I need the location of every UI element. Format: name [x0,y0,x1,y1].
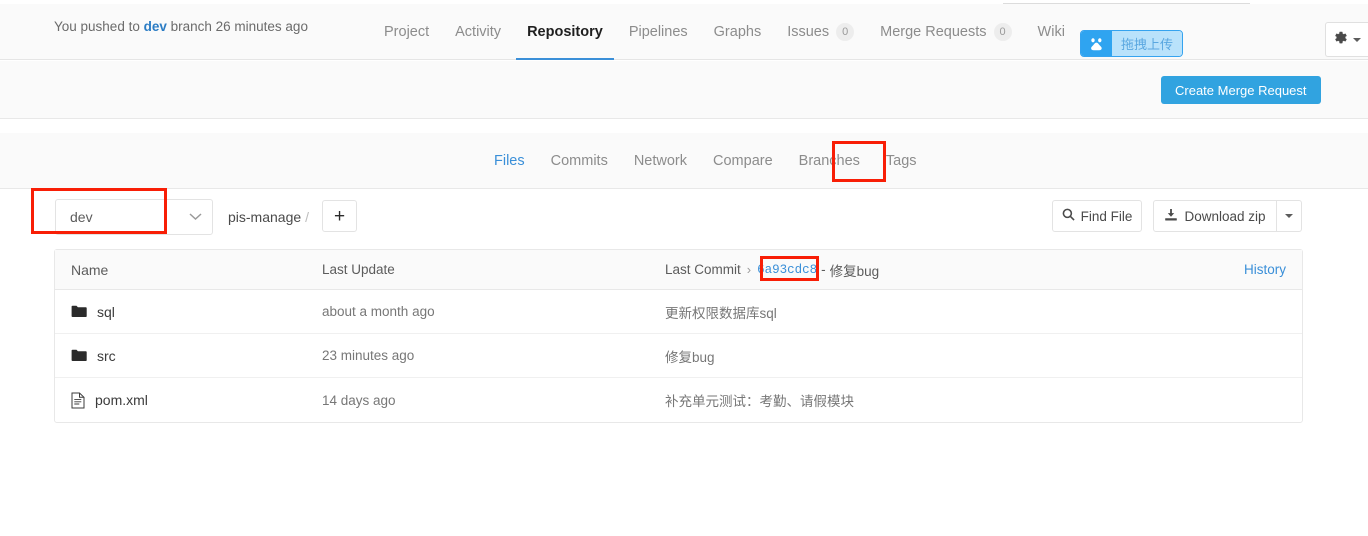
breadcrumb-separator: / [305,209,310,225]
history-link[interactable]: History [1244,250,1286,289]
nav-tab-graphs[interactable]: Graphs [701,4,775,60]
table-row[interactable]: sql about a month ago 更新权限数据库sql [55,290,1302,334]
breadcrumb: pis-manage / [228,209,309,225]
branch-selector-value: dev [70,209,93,225]
subnav-tab-label: Branches [798,152,860,169]
nav-tab-wiki[interactable]: Wiki [1025,4,1078,60]
repository-file-table: Name Last Update Last Commit › 6a93cdc8 … [54,249,1303,423]
subnav-tab-network[interactable]: Network [621,133,700,188]
breadcrumb-project-link[interactable]: pis-manage [228,209,301,225]
download-options-dropdown[interactable] [1277,200,1302,232]
table-header-row: Name Last Update Last Commit › 6a93cdc8 … [55,250,1302,290]
download-icon [1164,208,1178,225]
nav-tab-label: Graphs [713,24,762,40]
file-icon [71,392,85,409]
row-name-cell: src [71,334,116,377]
nav-tab-label: Activity [455,24,502,40]
plus-icon: + [333,205,346,227]
repository-subnav: Files Commits Network Compare Branches T… [0,133,1368,189]
row-name-link[interactable]: sql [97,304,115,320]
last-commit-message: 修复bug [829,263,880,279]
row-name-cell: pom.xml [71,378,148,422]
chevron-down-icon [178,213,212,221]
download-zip-label: Download zip [1184,208,1266,224]
branch-selector[interactable]: dev [55,199,213,235]
subnav-tab-label: Commits [550,152,608,169]
subnav-tab-label: Compare [713,152,773,169]
subnav-tab-branches[interactable]: Branches [786,133,873,188]
subnav-tab-label: Network [633,152,688,169]
last-commit-dash: - [821,262,826,277]
nav-tab-label: Repository [527,24,603,40]
repository-subnav-tabs: Files Commits Network Compare Branches T… [481,133,930,188]
nav-tab-activity[interactable]: Activity [442,4,514,60]
download-zip-button[interactable]: Download zip [1153,200,1277,232]
settings-dropdown-button[interactable] [1325,22,1368,57]
row-commit-message: 更新权限数据库sql [665,305,777,321]
chevron-down-icon [1285,214,1293,218]
last-commit-hash-link[interactable]: 6a93cdc8 [757,263,817,277]
row-last-update: 23 minutes ago [322,348,415,363]
merge-requests-count-badge: 0 [993,23,1012,41]
column-header-name: Name [71,261,109,278]
subnav-tab-label: Tags [885,152,917,169]
row-commit-message: 修复bug [665,349,715,365]
chevron-down-icon [1353,37,1361,42]
column-header-last-update: Last Update [322,262,395,277]
nav-tab-merge-requests[interactable]: Merge Requests 0 [867,4,1024,60]
folder-icon [71,305,87,318]
subnav-tab-commits[interactable]: Commits [538,133,621,188]
row-name-cell: sql [71,290,115,333]
create-merge-request-button[interactable]: Create Merge Request [1161,76,1321,104]
add-to-tree-button[interactable]: + [322,200,357,232]
nav-tab-issues[interactable]: Issues 0 [774,4,867,60]
table-row[interactable]: pom.xml 14 days ago 补充单元测试：考勤、请假模块 [55,378,1302,422]
subnav-tab-tags[interactable]: Tags [873,133,930,188]
create-merge-request-label: Create Merge Request [1175,82,1307,98]
push-branch-link[interactable]: dev [144,19,167,34]
push-suffix: branch 26 minutes ago [166,19,308,34]
row-last-update: 14 days ago [322,392,396,408]
push-event-text: You pushed to dev branch 26 minutes ago [54,19,308,34]
nav-tab-pipelines[interactable]: Pipelines [616,4,701,60]
row-last-update: about a month ago [322,304,435,319]
issues-count-badge: 0 [836,23,855,41]
upload-widget-label: 拖拽上传 [1112,31,1183,56]
row-name-link[interactable]: pom.xml [95,392,148,408]
nav-tab-label: Wiki [1037,24,1065,40]
nav-tab-label: Pipelines [628,24,688,40]
last-commit-summary: Last Commit › 6a93cdc8 - 修复bug [665,250,879,289]
search-icon [1062,208,1075,224]
chevron-right-icon: › [746,262,752,277]
folder-icon [71,349,87,362]
row-name-link[interactable]: src [97,348,116,364]
nav-tab-repository[interactable]: Repository [514,4,616,60]
table-row[interactable]: src 23 minutes ago 修复bug [55,334,1302,378]
find-file-button[interactable]: Find File [1052,200,1142,232]
row-commit-message: 补充单元测试：考勤、请假模块 [665,394,854,409]
find-file-label: Find File [1080,208,1133,224]
baidu-netdisk-upload-widget[interactable]: 拖拽上传 [1080,30,1184,57]
nav-tab-label: Issues [787,24,830,40]
subnav-tab-compare[interactable]: Compare [700,133,786,188]
last-commit-label: Last Commit [665,262,741,277]
subnav-tab-label: Files [494,152,525,169]
nav-tab-label: Merge Requests [880,24,987,40]
baidu-netdisk-icon [1081,31,1112,56]
gitlab-repository-page: Project Activity Repository Pipelines Gr… [0,0,1368,536]
nav-tab-project[interactable]: Project [371,4,442,60]
subnav-tab-files[interactable]: Files [481,133,538,188]
push-prefix: You pushed to [54,19,144,34]
project-nav-tabs: Project Activity Repository Pipelines Gr… [371,4,1078,60]
gear-icon [1333,30,1348,50]
nav-tab-label: Project [384,24,430,40]
